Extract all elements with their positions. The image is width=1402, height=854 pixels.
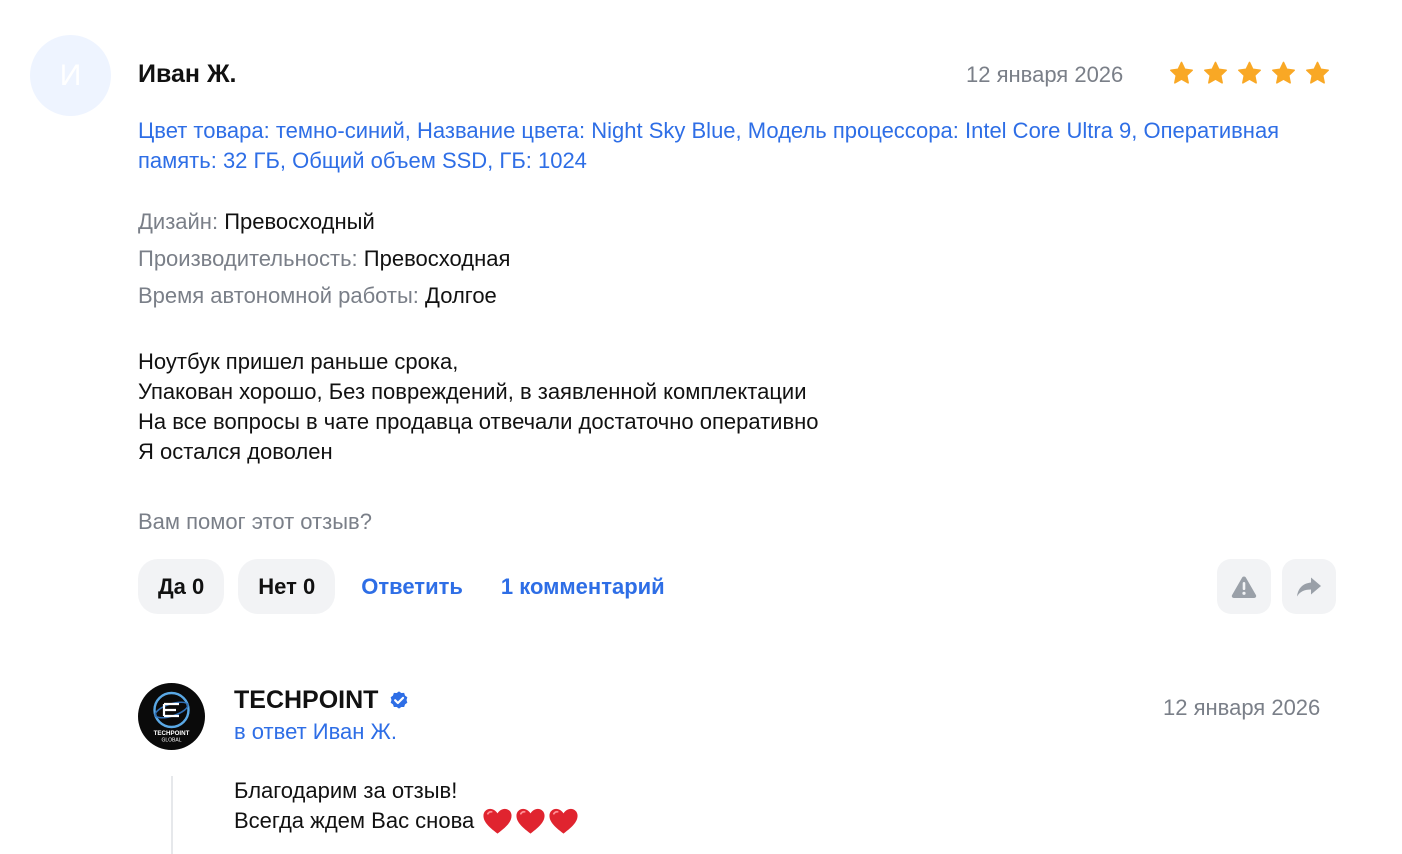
seller-reply-body: Благодарим за отзыв! Всегда ждем Вас сно… — [234, 776, 579, 836]
review-date: 12 января 2026 — [966, 62, 1124, 87]
in-reply-to-link[interactable]: в ответ Иван Ж. — [234, 719, 397, 745]
attribute-value: Превосходный — [224, 209, 375, 234]
attribute-row: Производительность: Превосходная — [138, 240, 510, 277]
star-icon — [1306, 61, 1329, 84]
review-body: Ноутбук пришел раньше срока, Упакован хо… — [138, 347, 819, 467]
helpful-question: Вам помог этот отзыв? — [138, 509, 372, 534]
heart-icon — [483, 808, 512, 834]
attribute-key: Время автономной работы: — [138, 283, 419, 308]
review-text-line: Я остался доволен — [138, 439, 333, 464]
review-actions: Да 0 Нет 0 Ответить 1 комментарий — [138, 559, 691, 614]
star-icon — [1272, 61, 1295, 84]
report-button[interactable] — [1217, 559, 1271, 614]
star-icon — [1238, 61, 1261, 84]
share-icon — [1297, 577, 1321, 596]
heart-emoji-group — [482, 807, 579, 835]
seller-name-text: TECHPOINT — [234, 686, 379, 714]
heart-icon — [516, 808, 545, 834]
comments-link[interactable]: 1 комментарий — [501, 574, 665, 600]
star-icon — [1170, 61, 1193, 84]
warning-icon — [1231, 576, 1257, 598]
seller-logo: TECHPOINT GLOBAL — [138, 683, 205, 750]
review-text-line: Упакован хорошо, Без повреждений, в заяв… — [138, 379, 807, 404]
review-text-line: Ноутбук пришел раньше срока, — [138, 349, 459, 374]
reply-thread-line — [171, 776, 173, 854]
svg-text:TECHPOINT: TECHPOINT — [154, 730, 190, 737]
attribute-key: Производительность: — [138, 246, 358, 271]
product-variant-info[interactable]: Цвет товара: темно-синий, Название цвета… — [138, 116, 1298, 176]
reply-text-line: Благодарим за отзыв! — [234, 776, 579, 806]
reply-date: 12 января 2026 — [1163, 695, 1321, 720]
reply-text-line: Всегда ждем Вас снова — [234, 806, 579, 836]
reply-button[interactable]: Ответить — [361, 574, 463, 600]
share-button[interactable] — [1282, 559, 1336, 614]
review-attributes: Дизайн: Превосходный Производительность:… — [138, 203, 510, 314]
reply-text: Благодарим за отзыв! — [234, 778, 458, 803]
verified-icon — [391, 690, 408, 709]
techpoint-logo-icon: TECHPOINT GLOBAL — [153, 691, 190, 744]
review-text-line: На все вопросы в чате продавца отвечали … — [138, 409, 819, 434]
vote-no-button[interactable]: Нет 0 — [238, 559, 336, 614]
svg-text:GLOBAL: GLOBAL — [161, 738, 181, 744]
attribute-value: Превосходная — [363, 246, 511, 271]
reply-text: Всегда ждем Вас снова — [234, 808, 475, 833]
star-icon — [1204, 61, 1227, 84]
vote-yes-button[interactable]: Да 0 — [138, 559, 225, 614]
rating-stars — [1168, 60, 1331, 87]
heart-icon — [549, 808, 578, 834]
attribute-row: Дизайн: Превосходный — [138, 203, 510, 240]
seller-name[interactable]: TECHPOINT — [234, 686, 410, 715]
attribute-key: Дизайн: — [138, 209, 219, 234]
reviewer-name: Иван Ж. — [138, 60, 237, 88]
attribute-value: Долгое — [425, 283, 497, 308]
reviewer-avatar: И — [30, 35, 111, 116]
attribute-row: Время автономной работы: Долгое — [138, 277, 510, 314]
